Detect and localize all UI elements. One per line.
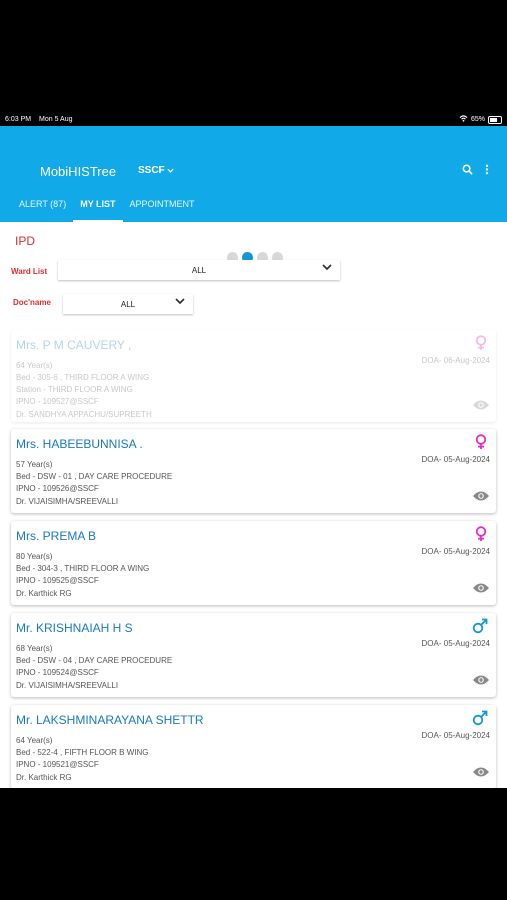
patient-bed: Bed - DSW - 04 , DAY CARE PROCEDURE [16, 656, 173, 665]
chevron-down-icon [322, 264, 332, 273]
ward-list-select[interactable]: ALL [58, 260, 340, 280]
wifi-icon [459, 115, 468, 124]
app-bar: MobiHISTree SSCF ALERT (87) MY LIST APPO… [0, 126, 507, 222]
patient-bed: Bed - 522-4 , FIFTH FLOOR B WING [16, 748, 149, 757]
patient-doa: DOA- 05-Aug-2024 [421, 547, 490, 556]
battery-icon [488, 115, 502, 124]
patient-age: 68 Year(s) [16, 644, 53, 653]
patient-age: 57 Year(s) [16, 460, 53, 469]
status-date: Mon 5 Aug [39, 116, 73, 123]
battery-percent: 65% [470, 116, 485, 123]
female-icon [474, 335, 488, 356]
patient-card[interactable]: Mr. KRISHNAIAH H S 68 Year(s) DOA- 05-Au… [11, 613, 496, 697]
tab-alert[interactable]: ALERT (87) [12, 196, 73, 222]
view-eye-icon[interactable] [472, 489, 490, 507]
patient-card[interactable]: Mrs. HABEEBUNNISA . 57 Year(s) DOA- 05-A… [11, 429, 496, 513]
patient-bed: Bed - 305-6 , THIRD FLOOR A WING [16, 373, 150, 382]
patient-doa: DOA- 06-Aug-2024 [421, 356, 490, 365]
doc-name-label: Doc'name [13, 298, 51, 307]
male-icon [472, 618, 488, 639]
main-content: IPD Ward List ALL Doc'name ALL Mrs. P M … [0, 222, 507, 788]
female-icon [474, 434, 488, 455]
battery-fill [490, 117, 497, 122]
patient-name: Mr. LAKSHMINARAYANA SHETTR [16, 713, 204, 727]
view-eye-icon[interactable] [472, 398, 490, 416]
patient-age: 80 Year(s) [16, 552, 53, 561]
patient-doctor: Dr. SANDHYA APPACHU/SUPREETH [16, 410, 152, 419]
doc-name-select[interactable]: ALL [63, 294, 193, 314]
app-title: MobiHISTree [40, 164, 117, 179]
patient-name: Mrs. P M CAUVERY , [16, 338, 132, 352]
male-icon [472, 710, 488, 731]
patient-ipno: IPNO - 109525@SSCF [16, 576, 99, 585]
patient-doctor: Dr. VIJAISIMHA/SREEVALLI [16, 681, 119, 690]
patient-card[interactable]: Mr. LAKSHMINARAYANA SHETTR 64 Year(s) DO… [11, 705, 496, 788]
org-label: SSCF [138, 165, 165, 176]
patient-ipno: IPNO - 109524@SSCF [16, 668, 99, 677]
patient-doa: DOA- 05-Aug-2024 [421, 639, 490, 648]
female-icon [474, 526, 488, 547]
patient-age: 64 Year(s) [16, 736, 53, 745]
patient-station: Station - THIRD FLOOR A WING [16, 385, 133, 394]
chevron-down-icon [175, 298, 185, 307]
ward-list-value: ALL [191, 265, 207, 275]
section-title: IPD [15, 234, 36, 248]
patient-bed: Bed - DSW - 01 , DAY CARE PROCEDURE [16, 472, 173, 481]
tab-appointment[interactable]: APPOINTMENT [123, 196, 202, 222]
doc-name-value: ALL [120, 299, 136, 309]
patient-bed: Bed - 304-3 , THIRD FLOOR A WING [16, 564, 150, 573]
more-options-icon[interactable] [485, 162, 489, 180]
patient-name: Mr. KRISHNAIAH H S [16, 621, 133, 635]
patient-ipno: IPNO - 109527@SSCF [16, 397, 99, 406]
patient-doa: DOA- 05-Aug-2024 [421, 455, 490, 464]
patient-doctor: Dr. Karthick RG [16, 589, 72, 598]
tab-bar: ALERT (87) MY LIST APPOINTMENT [12, 196, 202, 222]
app-screen: 6:03 PM Mon 5 Aug 65% MobiHISTree SSCF A… [0, 113, 507, 788]
view-eye-icon[interactable] [472, 581, 490, 599]
view-eye-icon[interactable] [472, 673, 490, 691]
view-eye-icon[interactable] [472, 765, 490, 783]
org-selector[interactable]: SSCF [138, 165, 174, 176]
patient-ipno: IPNO - 109521@SSCF [16, 760, 99, 769]
patient-doa: DOA- 05-Aug-2024 [421, 731, 490, 740]
status-time: 6:03 PM [5, 116, 32, 123]
chevron-down-icon [167, 165, 174, 176]
patient-ipno: IPNO - 109526@SSCF [16, 484, 99, 493]
status-bar: 6:03 PM Mon 5 Aug 65% [0, 113, 507, 126]
patient-card[interactable]: Mrs. PREMA B 80 Year(s) DOA- 05-Aug-2024… [11, 521, 496, 605]
tab-my-list[interactable]: MY LIST [73, 196, 123, 222]
patient-age: 64 Year(s) [16, 361, 53, 370]
patient-doctor: Dr. Karthick RG [16, 773, 72, 782]
patient-doctor: Dr. VIJAISIMHA/SREEVALLI [16, 497, 119, 506]
search-icon[interactable] [462, 162, 473, 180]
ward-list-label: Ward List [11, 267, 48, 276]
patient-name: Mrs. HABEEBUNNISA . [16, 437, 143, 451]
patient-card[interactable]: Mrs. P M CAUVERY , 64 Year(s) DOA- 06-Au… [11, 330, 496, 422]
patient-name: Mrs. PREMA B [16, 529, 97, 543]
